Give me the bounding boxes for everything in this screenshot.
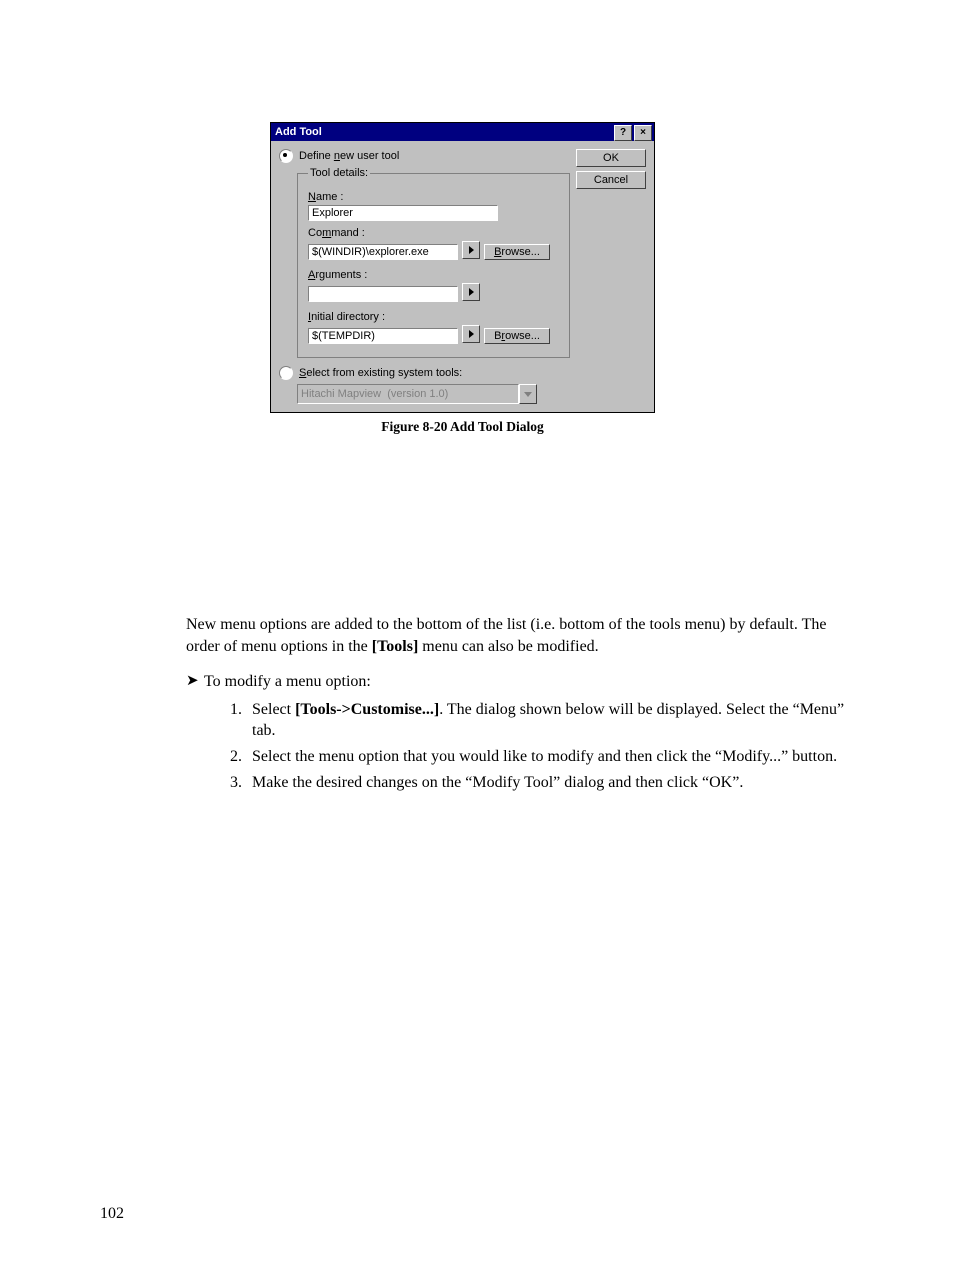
radio-select-label: Select from existing system tools: bbox=[299, 367, 462, 379]
arrow-right-icon bbox=[469, 246, 474, 254]
tool-details-group: Tool details: Name : Command : Browse...… bbox=[297, 167, 570, 358]
para1-b: [Tools] bbox=[372, 638, 419, 655]
system-tools-combo bbox=[297, 384, 537, 404]
add-tool-dialog-figure: Add Tool ? × Define new user tool Tool d… bbox=[270, 122, 655, 435]
radio-selected-icon bbox=[279, 149, 293, 163]
arguments-field[interactable] bbox=[308, 286, 458, 302]
bullet-icon: ➤ bbox=[186, 671, 204, 691]
system-tools-field bbox=[297, 384, 519, 404]
name-label: Name : bbox=[308, 191, 559, 203]
radio-unselected-icon bbox=[279, 366, 293, 380]
initdir-menu-button[interactable] bbox=[462, 325, 480, 343]
step1-a: Select bbox=[252, 701, 295, 718]
arrow-right-icon bbox=[469, 288, 474, 296]
initdir-browse-button[interactable]: Browse... bbox=[484, 328, 550, 344]
bullet-modify-menu: ➤ To modify a menu option: bbox=[186, 671, 854, 693]
command-browse-button[interactable]: Browse... bbox=[484, 244, 550, 260]
name-field[interactable] bbox=[308, 205, 498, 221]
radio-select-existing[interactable]: Select from existing system tools: bbox=[279, 366, 570, 380]
step-2: Select the menu option that you would li… bbox=[246, 746, 854, 768]
arguments-label: Arguments : bbox=[308, 269, 559, 281]
bullet-text: To modify a menu option: bbox=[204, 671, 371, 693]
dialog-title: Add Tool bbox=[275, 123, 322, 141]
arrow-right-icon bbox=[469, 330, 474, 338]
step-1: Select [Tools->Customise...]. The dialog… bbox=[246, 699, 854, 742]
chevron-down-icon bbox=[524, 392, 532, 397]
figure-caption: Figure 8-20 Add Tool Dialog bbox=[270, 419, 655, 435]
dropdown-button bbox=[519, 384, 537, 404]
initdir-label: Initial directory : bbox=[308, 311, 559, 323]
close-icon[interactable]: × bbox=[634, 125, 652, 141]
add-tool-dialog: Add Tool ? × Define new user tool Tool d… bbox=[270, 122, 655, 413]
ok-button[interactable]: OK bbox=[576, 149, 646, 167]
page-number: 102 bbox=[100, 1205, 124, 1223]
initdir-field[interactable] bbox=[308, 328, 458, 344]
step-3: Make the desired changes on the “Modify … bbox=[246, 772, 854, 794]
para1-c: menu can also be modified. bbox=[418, 638, 598, 655]
steps-list: Select [Tools->Customise...]. The dialog… bbox=[246, 699, 854, 793]
paragraph-intro: New menu options are added to the bottom… bbox=[186, 614, 854, 657]
cancel-button[interactable]: Cancel bbox=[576, 171, 646, 189]
command-label: Command : bbox=[308, 227, 559, 239]
radio-define-new-user-tool[interactable]: Define new user tool bbox=[279, 149, 570, 163]
titlebar: Add Tool ? × bbox=[271, 123, 654, 141]
command-menu-button[interactable] bbox=[462, 241, 480, 259]
body-text: New menu options are added to the bottom… bbox=[186, 614, 854, 797]
command-field[interactable] bbox=[308, 244, 458, 260]
tool-details-legend: Tool details: bbox=[308, 167, 370, 179]
arguments-menu-button[interactable] bbox=[462, 283, 480, 301]
help-icon[interactable]: ? bbox=[614, 125, 632, 141]
step1-b: [Tools->Customise...] bbox=[295, 701, 439, 718]
radio-define-label: Define new user tool bbox=[299, 150, 399, 162]
